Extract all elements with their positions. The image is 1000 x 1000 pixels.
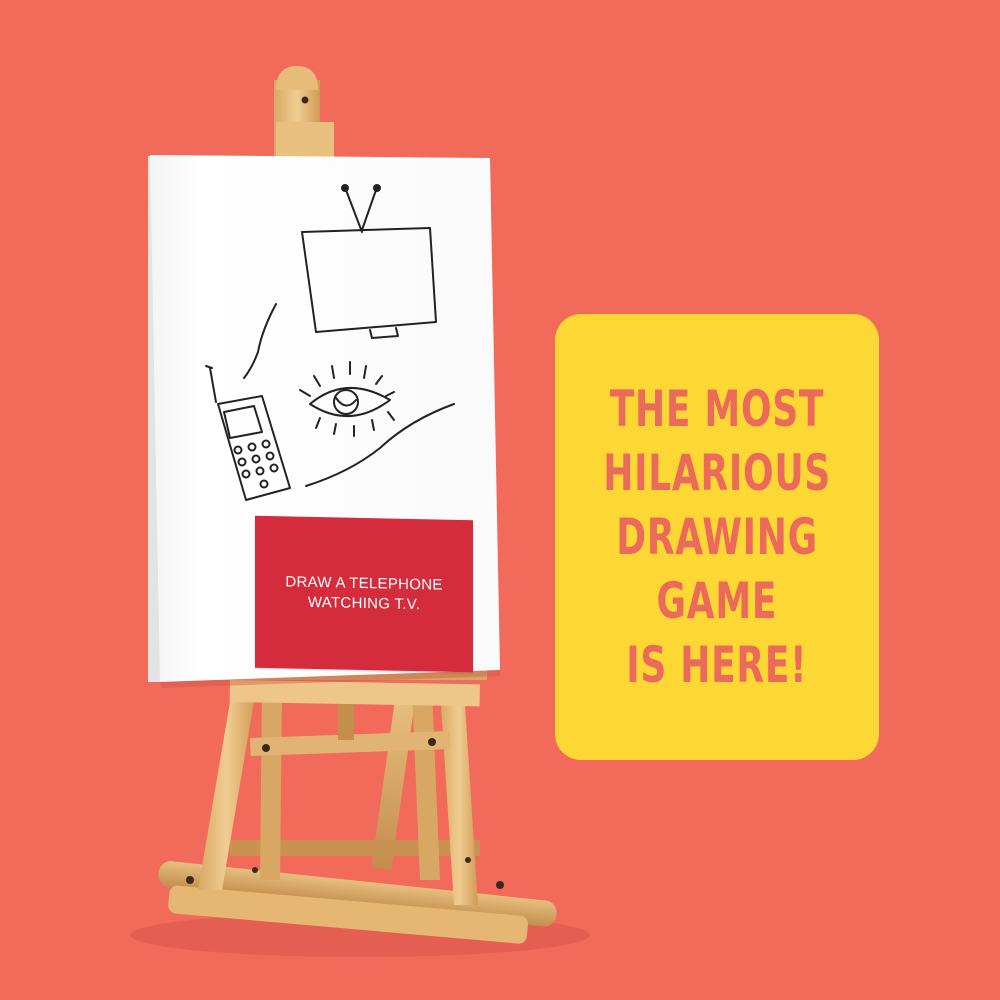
bolt <box>262 744 270 752</box>
easel-top-cap <box>276 66 318 90</box>
easel-inner-left-leg <box>260 690 282 880</box>
prompt-card-line-2: WATCHING T.V. <box>307 593 421 614</box>
easel-left-leg <box>198 690 256 890</box>
promo-line-1: THE MOST <box>609 380 825 438</box>
bolt <box>428 738 436 746</box>
easel-top-clamp <box>276 122 334 162</box>
promo-line-5: IS HERE! <box>626 636 808 694</box>
easel-right-leg <box>440 690 478 905</box>
bolt <box>465 857 471 863</box>
bolt <box>252 867 258 873</box>
bolt <box>301 96 309 104</box>
prompt-card: DRAW A TELEPHONE WATCHING T.V. <box>255 515 473 673</box>
promo-line-3: DRAWING <box>616 508 818 566</box>
promo-line-2: HILARIOUS <box>603 444 831 502</box>
promo-line-4: GAME <box>656 572 778 630</box>
bolt <box>496 881 504 889</box>
bolt <box>186 876 194 884</box>
promo-box: THE MOST HILARIOUS DRAWING GAME IS HERE! <box>555 314 879 760</box>
